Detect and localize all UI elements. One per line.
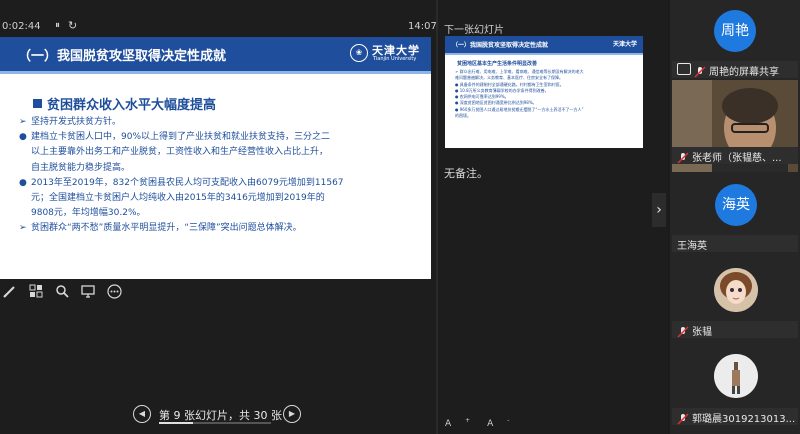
participant-name: 郭璐晨3019213013... [692, 414, 796, 425]
reset-timer-icon[interactable]: ↻ [68, 19, 77, 32]
presenter-view: 0:02:44 ⏸ ↻ 14:07 下一张幻灯片 （一）我国脱贫攻坚取得决定性成… [0, 0, 668, 434]
elapsed-timer: 0:02:44 [2, 21, 41, 32]
slide-line: 以上主要靠外出务工和产业脱贫，工资性收入和生产经营性收入占比上升， [31, 147, 329, 158]
mic-muted-icon [677, 410, 689, 425]
logo-english-name: Tianjin University [373, 56, 417, 62]
participant-label: 王海英 [672, 235, 798, 252]
mic-muted-icon [694, 63, 706, 78]
pane-divider[interactable] [436, 0, 438, 434]
university-seal-icon: ❀ [350, 44, 368, 62]
avatar [714, 268, 758, 312]
title-underline [0, 71, 431, 74]
notes-font-controls: A + A- [445, 417, 523, 429]
more-icon[interactable] [106, 284, 122, 300]
next-slide-label: 下一张幻灯片 [444, 25, 504, 36]
next-slide-preview[interactable]: （一）我国脱贫攻坚取得决定性成就 天津大学 贫困地区基本生产生活条件明显改善 ➢… [445, 36, 643, 148]
avatar [714, 354, 758, 398]
mic-muted-icon [677, 149, 689, 164]
participant-name: 王海英 [677, 241, 707, 252]
participant-tile[interactable]: 郭璐晨3019213013... [672, 348, 798, 434]
presenter-tools [2, 284, 132, 302]
participant-label: 张老师（张韫慈、... [672, 147, 798, 164]
slide-line: ➢ 坚持开发式扶贫方针。 [19, 117, 122, 127]
screen-icon[interactable] [80, 284, 96, 300]
participant-label: 张韫 [672, 321, 798, 338]
next-slide-button[interactable]: ▶ [283, 405, 301, 423]
university-logo: ❀ 天津大学 Tianjin University [350, 42, 420, 66]
zoom-icon[interactable] [54, 284, 70, 300]
next-slide-line: 的困境。 [455, 113, 471, 119]
increase-font-button[interactable]: A + [445, 417, 470, 429]
current-slide[interactable]: （一）我国脱贫攻坚取得决定性成就 ❀ 天津大学 Tianjin Universi… [0, 37, 431, 279]
slide-heading: 贫困群众收入水平大幅度提高 [47, 98, 217, 113]
heading-bullet-icon [33, 99, 42, 108]
next-slide-heading: 贫困地区基本生产生活条件明显改善 [457, 61, 538, 67]
slide-title: （一）我国脱贫攻坚取得决定性成就 [18, 49, 227, 64]
next-slide-body: ➢ 群众出行难、用电难、上学难、看病难、通信难等长期没有解决的老大 难问题普遍解… [455, 69, 635, 119]
slide-line: 元；全国建档立卡贫困户人均纯收入由2015年的3416元增加到2019年的 [31, 193, 325, 204]
clock: 14:07 [408, 21, 437, 32]
participant-tile[interactable]: 海英 王海英 [672, 178, 798, 256]
avatar: 周艳 [714, 10, 756, 52]
slide-navigation: ◀ 第 9 张幻灯片，共 30 张 ▶ [125, 405, 305, 427]
next-slide-title: （一）我国脱贫攻坚取得决定性成就 [452, 42, 549, 49]
participant-name: 张韫 [692, 327, 712, 338]
participant-tile[interactable]: 周艳 周艳的屏幕共享 [672, 0, 798, 80]
slide-line: ● 建档立卡贫困人口中，90%以上得到了产业扶贫和就业扶贫支持，三分之二 [19, 132, 331, 143]
participant-label: 周艳的屏幕共享 [672, 61, 798, 78]
participant-tile[interactable]: 张老师（张韫慈、... [672, 80, 798, 172]
screen-share-icon [677, 63, 691, 75]
mic-muted-icon [677, 323, 689, 338]
pen-icon[interactable] [2, 284, 18, 300]
participant-name: 周艳的屏幕共享 [709, 67, 779, 78]
previous-slide-button[interactable]: ◀ [133, 405, 151, 423]
slide-progress-bar [159, 422, 271, 424]
next-slide-title-band: （一）我国脱贫攻坚取得决定性成就 天津大学 [445, 36, 643, 53]
slide-line: 9808元，年均增幅30.2%。 [31, 208, 146, 219]
participant-tile[interactable]: 张韫 [672, 262, 798, 342]
presenter-toolbar: 0:02:44 ⏸ ↻ 14:07 [0, 18, 437, 36]
slide-counter: 第 9 张幻灯片，共 30 张 [159, 409, 282, 422]
participant-name: 张老师（张韫慈、... [692, 153, 782, 164]
slide-line: ● 2013年至2019年，832个贫困县农民人均可支配收入由6079元增加到11… [19, 177, 344, 188]
decrease-font-button[interactable]: A- [487, 417, 509, 429]
expand-panel-button[interactable]: › [652, 193, 666, 227]
participant-panel: 周艳 周艳的屏幕共享 张老师（张韫慈、... 海英 王海英 张韫 郭璐晨3019… [670, 0, 800, 434]
avatar: 海英 [715, 184, 757, 226]
slide-progress-fill [159, 422, 193, 424]
grid-view-icon[interactable] [28, 284, 44, 300]
slide-line: 自主脱贫能力稳步提高。 [31, 162, 131, 173]
slide-line: ➢ 贫困群众“两不愁”质量水平明显提升，“三保障”突出问题总体解决。 [19, 223, 302, 234]
slide-body: ➢ 坚持开发式扶贫方针。 ● 建档立卡贫困人口中，90%以上得到了产业扶贫和就业扶贫… [19, 115, 419, 237]
next-slide-underline [445, 53, 643, 55]
pause-icon[interactable]: ⏸ [55, 20, 60, 31]
slide-title-band: （一）我国脱贫攻坚取得决定性成就 ❀ 天津大学 Tianjin Universi… [0, 37, 431, 71]
speaker-notes[interactable]: 无备注。 [444, 165, 488, 181]
participant-label: 郭璐晨3019213013... [672, 408, 798, 425]
next-slide-logo: 天津大学 [613, 41, 638, 48]
